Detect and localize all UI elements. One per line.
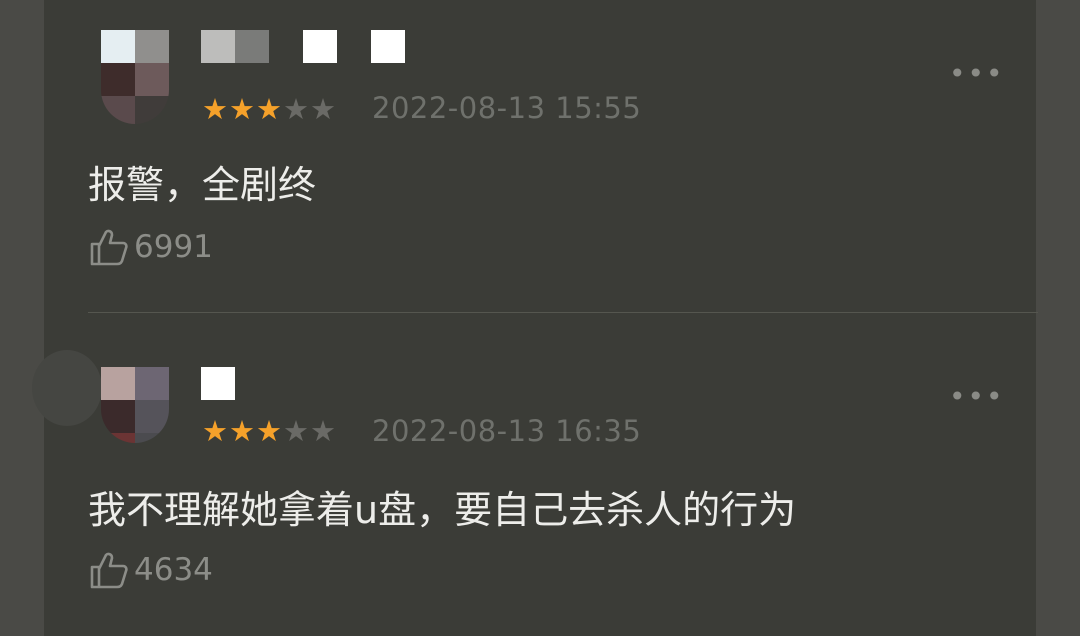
username-redacted[interactable]	[201, 367, 235, 400]
star-icon: ★	[310, 92, 336, 126]
more-dots-icon[interactable]: •••	[949, 60, 1005, 88]
star-icon: ★	[202, 414, 228, 448]
star-icon: ★	[229, 92, 255, 126]
star-icon: ★	[256, 92, 282, 126]
left-backdrop	[0, 0, 44, 636]
comment-item: ★ ★ ★ ★ ★ 2022-08-13 15:55 ••• 报警，全剧终 69…	[44, 0, 1036, 312]
more-dots-icon[interactable]: •••	[949, 383, 1005, 411]
comment-text: 报警，全剧终	[88, 163, 317, 207]
rating-stars: ★ ★ ★ ★ ★	[202, 95, 336, 124]
comment-text: 我不理解她拿着u盘，要自己去杀人的行为	[88, 488, 797, 532]
rating-stars: ★ ★ ★ ★ ★	[202, 417, 336, 446]
username-redacted[interactable]	[201, 30, 405, 63]
like-button[interactable]: 4634	[88, 549, 213, 591]
star-icon: ★	[256, 414, 282, 448]
star-icon: ★	[283, 92, 309, 126]
comment-date: 2022-08-13 16:35	[372, 414, 642, 448]
avatar[interactable]	[101, 367, 169, 443]
comment-item: ★ ★ ★ ★ ★ 2022-08-13 16:35 ••• 我不理解她拿着u盘…	[44, 313, 1036, 636]
like-count: 6991	[134, 229, 213, 265]
avatar[interactable]	[101, 30, 169, 124]
right-backdrop	[1036, 0, 1080, 636]
thumbs-up-icon	[90, 229, 128, 266]
thumbs-up-icon	[90, 552, 128, 589]
star-icon: ★	[202, 92, 228, 126]
like-count: 4634	[134, 552, 213, 588]
comments-panel: ★ ★ ★ ★ ★ 2022-08-13 15:55 ••• 报警，全剧终 69…	[32, 0, 1038, 636]
star-icon: ★	[310, 414, 336, 448]
like-button[interactable]: 6991	[88, 226, 213, 268]
star-icon: ★	[229, 414, 255, 448]
comment-date: 2022-08-13 15:55	[372, 91, 642, 125]
star-icon: ★	[283, 414, 309, 448]
